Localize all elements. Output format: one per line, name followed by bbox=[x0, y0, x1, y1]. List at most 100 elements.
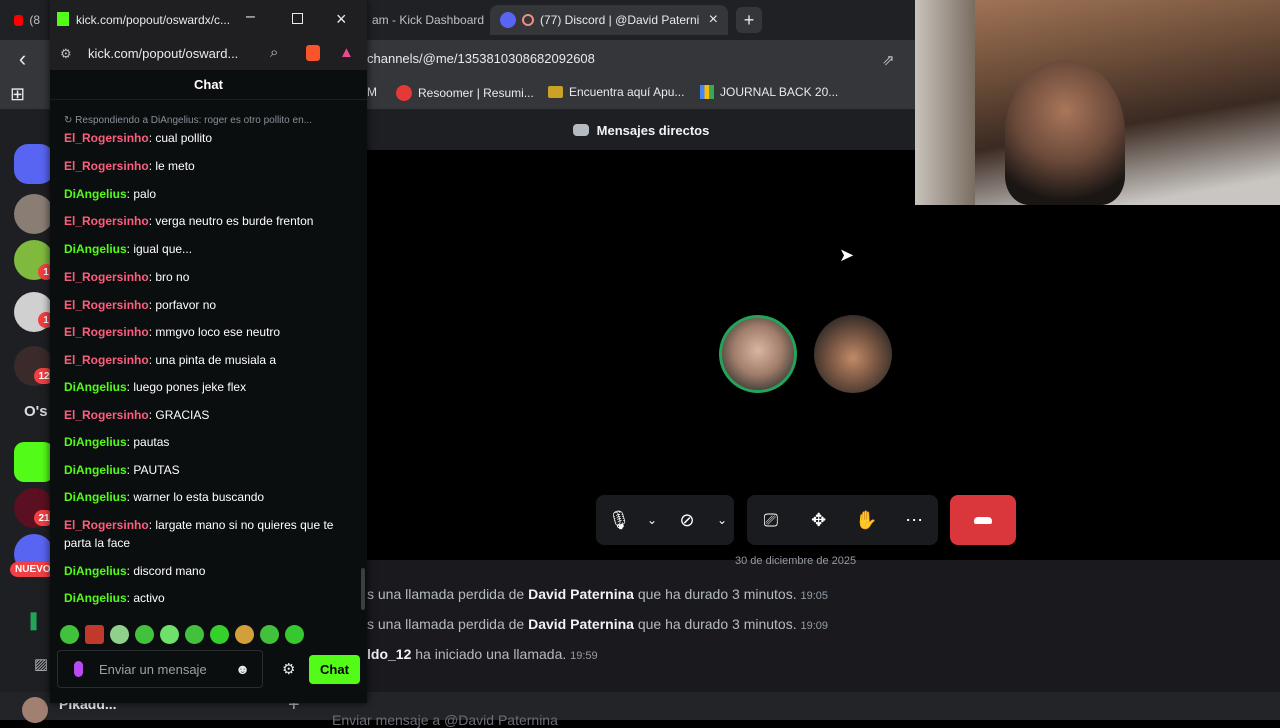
kick-popout-window: kick.com/popout/oswardx/c... – × ⚙ kick.… bbox=[50, 0, 367, 703]
zoom-icon[interactable]: ⌕ bbox=[270, 44, 278, 61]
tab-kick-dashboard[interactable]: am - Kick Dashboard bbox=[362, 5, 484, 35]
emote-icon[interactable] bbox=[135, 625, 154, 644]
soundboard-icon[interactable]: ✋ bbox=[843, 495, 889, 545]
discover-icon[interactable]: ▨ bbox=[34, 655, 48, 673]
chat-scrollbar[interactable] bbox=[361, 568, 365, 610]
tab-label: (8 bbox=[29, 13, 40, 27]
participant-avatar-speaking[interactable] bbox=[719, 315, 797, 393]
maximize-icon[interactable] bbox=[292, 13, 303, 24]
tab-discord[interactable]: (77) Discord | @David Paterni × bbox=[490, 5, 728, 35]
chat-username[interactable]: DiAngelius bbox=[64, 242, 127, 256]
message-text: s una llamada perdida de bbox=[367, 586, 529, 602]
emote-icon[interactable] bbox=[260, 625, 279, 644]
chat-message-text: igual que... bbox=[133, 242, 193, 256]
chat-username[interactable]: El_Rogersinho bbox=[64, 408, 149, 422]
chat-username[interactable]: El_Rogersinho bbox=[64, 131, 149, 145]
user-mention[interactable]: ldo_12 bbox=[367, 646, 411, 662]
emote-icon[interactable] bbox=[235, 625, 254, 644]
more-options-icon[interactable]: ⋯ bbox=[891, 495, 937, 545]
camera-off-icon[interactable]: ⊘ bbox=[662, 495, 712, 545]
bookmark-journal[interactable]: JOURNAL BACK 20... bbox=[700, 85, 838, 99]
chat-message-text: GRACIAS bbox=[155, 408, 210, 422]
chat-username[interactable]: El_Rogersinho bbox=[64, 518, 149, 532]
chat-username[interactable]: DiAngelius bbox=[64, 591, 127, 605]
send-chat-button[interactable]: Chat bbox=[309, 655, 360, 684]
emoji-icon[interactable]: ☻ bbox=[235, 661, 250, 677]
reply-hint: ↻ Respondiendo a DiAngelius: roger es ot… bbox=[64, 112, 354, 130]
close-tab-icon[interactable]: × bbox=[709, 11, 718, 29]
message-input[interactable]: Enviar mensaje a @David Paternina bbox=[332, 712, 558, 728]
chat-username[interactable]: El_Rogersinho bbox=[64, 214, 149, 228]
share-icon[interactable]: ⇗ bbox=[882, 51, 898, 69]
system-message: s una llamada perdida de David Paternina… bbox=[367, 586, 828, 602]
tab-youtube[interactable]: (8 bbox=[4, 5, 50, 35]
chat-username[interactable]: DiAngelius bbox=[64, 564, 127, 578]
user-mention[interactable]: David Paternina bbox=[528, 586, 634, 602]
chat-message: DiAngelius: discord mano bbox=[64, 562, 354, 580]
chat-message: El_Rogersinho: bro no bbox=[64, 268, 354, 286]
chat-username[interactable]: El_Rogersinho bbox=[64, 325, 149, 339]
minimize-icon[interactable]: – bbox=[246, 8, 255, 26]
chat-username[interactable]: El_Rogersinho bbox=[64, 353, 149, 367]
timestamp: 19:05 bbox=[800, 590, 829, 602]
brave-rewards-icon[interactable]: ▲ bbox=[339, 44, 354, 61]
emote-icon[interactable] bbox=[210, 625, 229, 644]
new-tab-button[interactable]: + bbox=[736, 7, 762, 33]
chat-input-placeholder: Enviar un mensaje bbox=[99, 661, 207, 677]
url-field[interactable]: channels/@me/1353810308682092608 bbox=[367, 51, 595, 66]
hang-up-button[interactable] bbox=[950, 495, 1016, 545]
site-settings-icon[interactable]: ⚙ bbox=[60, 46, 72, 62]
emote-icon[interactable] bbox=[285, 625, 304, 644]
kick-address-bar: ⚙ kick.com/popout/osward... ⌕ ▲ bbox=[50, 40, 367, 70]
participant-avatar[interactable] bbox=[814, 315, 892, 393]
chevron-down-icon[interactable]: ⌄ bbox=[642, 495, 662, 545]
chart-icon bbox=[700, 85, 714, 99]
chat-username[interactable]: El_Rogersinho bbox=[64, 298, 149, 312]
screen-share-icon[interactable]: ⎚ bbox=[748, 495, 794, 545]
activities-icon[interactable]: ✥ bbox=[796, 495, 842, 545]
emote-icon[interactable] bbox=[85, 625, 104, 644]
bookmark-item[interactable]: M bbox=[367, 85, 377, 99]
chat-message-text: palo bbox=[133, 187, 157, 201]
chevron-down-icon[interactable]: ⌄ bbox=[712, 495, 732, 545]
chat-message-text: le meto bbox=[155, 159, 195, 173]
chat-username[interactable]: DiAngelius bbox=[64, 463, 127, 477]
user-mention[interactable]: David Paternina bbox=[528, 616, 634, 632]
chat-username[interactable]: El_Rogersinho bbox=[64, 159, 149, 173]
message-text: que ha durado 3 minutos. bbox=[633, 616, 797, 632]
kick-url[interactable]: kick.com/popout/osward... bbox=[88, 46, 238, 61]
server-avatar[interactable] bbox=[14, 194, 54, 234]
emote-icon[interactable] bbox=[185, 625, 204, 644]
message-list: 30 de diciembre de 2025 s una llamada pe… bbox=[367, 555, 1280, 692]
emote-icon[interactable] bbox=[160, 625, 179, 644]
date-divider: 30 de diciembre de 2025 bbox=[735, 555, 857, 567]
chat-message: El_Rogersinho: cual pollito bbox=[64, 129, 354, 147]
chat-message-text: activo bbox=[133, 591, 165, 605]
bookmark-label: M bbox=[367, 85, 377, 99]
tab-label: (77) Discord | @David Paterni bbox=[540, 13, 700, 27]
kick-server-icon[interactable] bbox=[14, 442, 54, 482]
avatar[interactable] bbox=[22, 697, 48, 723]
microphone-icon[interactable] bbox=[74, 661, 83, 677]
chat-username[interactable]: DiAngelius bbox=[64, 187, 127, 201]
emote-icon[interactable] bbox=[110, 625, 129, 644]
bookmark-apuntes[interactable]: Encuentra aquí Apu... bbox=[548, 85, 684, 99]
bookmark-resoomer[interactable]: Resoomer | Resumi... bbox=[396, 85, 534, 101]
apps-grid-icon[interactable]: ⊞ bbox=[10, 84, 25, 105]
discord-home-icon[interactable] bbox=[14, 144, 54, 184]
emote-icon[interactable] bbox=[60, 625, 79, 644]
chat-username[interactable]: DiAngelius bbox=[64, 435, 127, 449]
chat-username[interactable]: DiAngelius bbox=[64, 380, 127, 394]
close-icon[interactable]: × bbox=[336, 9, 347, 30]
chat-username[interactable]: El_Rogersinho bbox=[64, 270, 149, 284]
server-label[interactable]: O's bbox=[24, 403, 48, 420]
chat-settings-icon[interactable]: ⚙ bbox=[282, 660, 295, 678]
microphone-icon[interactable]: 🎙 bbox=[596, 495, 642, 545]
chat-input[interactable]: Enviar un mensaje ☻ bbox=[57, 650, 263, 688]
audio-icon bbox=[522, 14, 534, 26]
chat-username[interactable]: DiAngelius bbox=[64, 490, 127, 504]
brave-shield-icon[interactable] bbox=[306, 45, 320, 61]
back-icon[interactable]: ‹ bbox=[0, 44, 45, 74]
rss-icon[interactable]: ❚ bbox=[26, 610, 41, 631]
activity-controls: ⎚ ✥ ✋ ⋯ bbox=[747, 495, 938, 545]
